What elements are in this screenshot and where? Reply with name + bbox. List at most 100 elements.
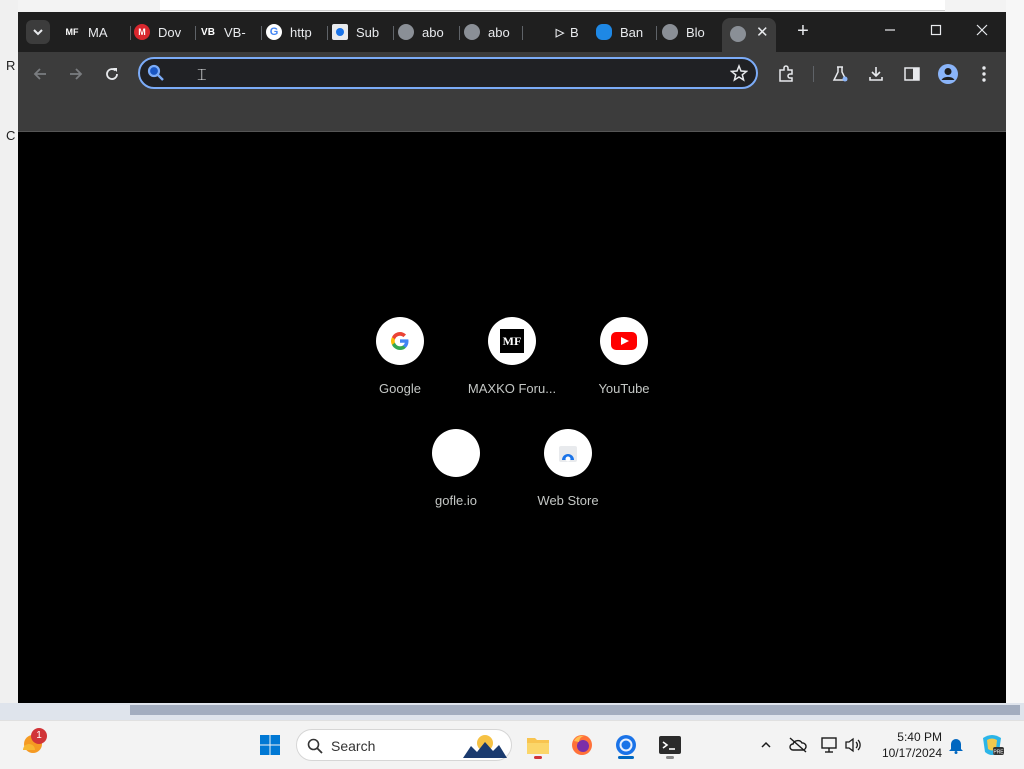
banner-icon bbox=[596, 24, 612, 40]
tab-title: Dov bbox=[158, 24, 182, 40]
shortcut-label: MAXKO Foru... bbox=[467, 381, 557, 396]
onedrive-button[interactable] bbox=[782, 729, 814, 761]
minimize-icon bbox=[885, 29, 895, 31]
taskbar-search-box[interactable]: Search bbox=[296, 729, 512, 761]
shortcut-tile[interactable]: gofle.io bbox=[400, 429, 512, 508]
volume-button[interactable] bbox=[838, 729, 870, 761]
tab[interactable]: VB VB- bbox=[200, 20, 260, 44]
tab[interactable]: G http bbox=[266, 20, 326, 44]
shortcut-tile[interactable]: MF MAXKO Foru... bbox=[456, 317, 568, 396]
clock[interactable]: 5:40 PM 10/17/2024 bbox=[874, 729, 942, 761]
play-icon: ▷ bbox=[555, 26, 565, 39]
tab[interactable]: Ban bbox=[596, 20, 656, 44]
close-tab-icon[interactable]: ✕ bbox=[756, 23, 769, 41]
google-icon bbox=[376, 317, 424, 365]
taskbar: Search 5:40 PM 10/17/2024 PRE bbox=[0, 720, 1024, 769]
tab-title: MA bbox=[88, 24, 108, 40]
browser-window: MF MA M Dov VB VB- G http Sub abo abo ▷ … bbox=[18, 12, 1006, 703]
chrome-button[interactable] bbox=[610, 729, 642, 761]
chevron-up-icon bbox=[761, 741, 771, 748]
vb-icon: VB bbox=[201, 26, 215, 38]
notifications-button[interactable] bbox=[940, 729, 972, 761]
start-button[interactable] bbox=[254, 729, 286, 761]
maximize-button[interactable] bbox=[921, 20, 951, 44]
terminal-icon bbox=[659, 736, 681, 754]
desktop-right-strip bbox=[1006, 0, 1024, 720]
globe-icon bbox=[398, 24, 414, 40]
show-hidden-icons-button[interactable] bbox=[750, 729, 782, 761]
tab-active[interactable]: ✕ bbox=[722, 18, 776, 52]
search-highlight-icon bbox=[463, 735, 507, 758]
shortcut-tile[interactable]: Web Store bbox=[512, 429, 624, 508]
clock-date: 10/17/2024 bbox=[881, 746, 942, 760]
maximize-icon bbox=[930, 24, 942, 36]
shortcut-tile[interactable]: Google bbox=[344, 317, 456, 396]
minimize-button[interactable] bbox=[875, 20, 905, 44]
side-panel-button[interactable] bbox=[900, 62, 924, 86]
back-button[interactable] bbox=[28, 62, 52, 86]
chrome-icon bbox=[616, 735, 636, 755]
tab[interactable]: ▷ B bbox=[552, 20, 592, 44]
shortcut-label: YouTube bbox=[598, 381, 650, 396]
globe-icon bbox=[464, 24, 480, 40]
downloads-button[interactable] bbox=[864, 62, 888, 86]
kebab-menu-icon bbox=[982, 66, 986, 82]
copilot-button[interactable]: PRE bbox=[976, 729, 1008, 761]
shortcut-label: Web Store bbox=[537, 493, 599, 508]
copilot-icon: PRE bbox=[983, 735, 1004, 756]
tab[interactable]: M Dov bbox=[134, 20, 194, 44]
mf-icon: MF bbox=[65, 27, 79, 37]
forward-button[interactable] bbox=[64, 62, 88, 86]
address-input[interactable] bbox=[176, 63, 720, 85]
labs-button[interactable] bbox=[828, 62, 852, 86]
firefox-button[interactable] bbox=[566, 729, 598, 761]
network-icon bbox=[821, 737, 837, 753]
globe-icon bbox=[730, 26, 746, 42]
tab[interactable]: MF MA bbox=[64, 20, 126, 44]
close-window-button[interactable] bbox=[967, 20, 997, 44]
new-tab-button[interactable]: + bbox=[791, 20, 815, 44]
blank-icon bbox=[432, 429, 480, 477]
notification-badge: 1 bbox=[31, 728, 47, 744]
tab-title: Sub bbox=[356, 24, 380, 40]
chevron-down-icon bbox=[33, 29, 43, 36]
tab-search-button[interactable] bbox=[26, 20, 50, 44]
cloud-off-icon bbox=[789, 737, 807, 753]
close-icon bbox=[976, 24, 988, 36]
flask-icon bbox=[832, 66, 848, 82]
tab-title: VB- bbox=[224, 24, 246, 40]
tab[interactable]: Sub bbox=[332, 20, 392, 44]
terminal-button[interactable] bbox=[654, 729, 686, 761]
desktop-left-strip: R C bbox=[0, 0, 18, 720]
youtube-icon bbox=[600, 317, 648, 365]
tab-title: abo bbox=[488, 24, 510, 40]
bookmarks-bar bbox=[18, 96, 1006, 132]
reload-button[interactable] bbox=[100, 62, 124, 86]
new-tab-page: Google MF MAXKO Foru... YouTube gofle.io… bbox=[18, 132, 1006, 703]
firefox-icon bbox=[572, 735, 592, 755]
desktop-text-fragment: C bbox=[6, 128, 16, 143]
tab[interactable]: abo bbox=[398, 20, 458, 44]
subtitle-icon bbox=[332, 24, 348, 40]
side-panel-icon bbox=[904, 67, 920, 81]
tab[interactable]: abo bbox=[464, 20, 524, 44]
tab-title: abo bbox=[422, 24, 444, 40]
profile-button[interactable] bbox=[936, 62, 960, 86]
tab-title: Ban bbox=[620, 24, 644, 40]
address-bar[interactable]: ⌶ bbox=[138, 57, 758, 89]
tab[interactable]: Blo bbox=[662, 20, 718, 44]
toolbar: ⌶ bbox=[18, 52, 1006, 96]
search-icon bbox=[307, 738, 323, 754]
search-icon bbox=[147, 64, 165, 87]
shortcut-tile[interactable]: YouTube bbox=[568, 317, 680, 396]
running-indicator bbox=[534, 756, 542, 759]
bookmark-star-icon[interactable] bbox=[729, 63, 749, 87]
desktop-top-strip bbox=[0, 0, 1024, 12]
download-icon bbox=[869, 67, 883, 81]
extensions-button[interactable] bbox=[774, 62, 798, 86]
running-indicator bbox=[666, 756, 674, 759]
menu-button[interactable] bbox=[972, 62, 996, 86]
reload-icon bbox=[106, 68, 118, 80]
file-explorer-button[interactable] bbox=[522, 729, 554, 761]
shortcut-label: Google bbox=[379, 381, 421, 396]
